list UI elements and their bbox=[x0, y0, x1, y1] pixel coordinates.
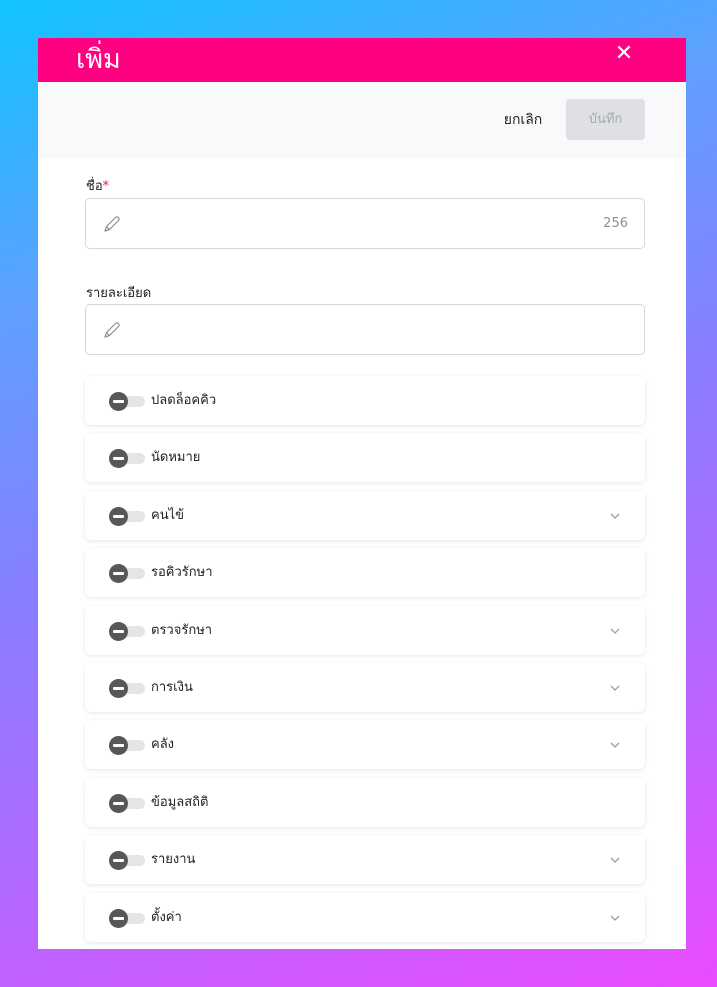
name-field-label: ชื่อ* bbox=[86, 175, 109, 196]
chevron-down-icon[interactable] bbox=[609, 740, 621, 750]
permission-row[interactable]: ข้อมูลสถิติ bbox=[85, 777, 645, 827]
name-label-text: ชื่อ bbox=[86, 179, 103, 194]
permission-label: ปลดล็อคคิว bbox=[151, 393, 217, 408]
permission-label: ข้อมูลสถิติ bbox=[151, 794, 209, 810]
permission-row[interactable]: รายงาน bbox=[85, 835, 645, 885]
chevron-down-icon[interactable] bbox=[609, 511, 621, 521]
toggle-off-icon bbox=[109, 736, 128, 756]
permission-row[interactable]: ตรวจรักษา bbox=[85, 605, 645, 655]
permission-row[interactable]: การเงิน bbox=[85, 662, 645, 712]
pencil-icon bbox=[104, 216, 120, 232]
toggle-off-icon bbox=[109, 908, 128, 928]
action-bar: ยกเลิก บันทึก bbox=[38, 82, 686, 158]
permission-toggle[interactable] bbox=[109, 908, 145, 928]
permission-row[interactable]: ตั้งค่า bbox=[85, 892, 645, 942]
description-input[interactable] bbox=[85, 304, 645, 355]
permission-toggle[interactable] bbox=[109, 851, 145, 871]
permission-label: คลัง bbox=[151, 737, 175, 753]
add-role-dialog: เพิ่ม ✕ ยกเลิก บันทึก ชื่อ* 256 รายละเอี… bbox=[38, 38, 686, 949]
permission-toggle[interactable] bbox=[109, 392, 145, 411]
permission-toggle[interactable] bbox=[109, 793, 145, 813]
save-button[interactable]: บันทึก bbox=[566, 99, 645, 140]
permission-label: ตรวจรักษา bbox=[151, 622, 213, 638]
toggle-off-icon bbox=[109, 392, 128, 411]
permission-toggle[interactable] bbox=[109, 449, 145, 469]
permission-row[interactable]: นัดหมาย bbox=[85, 433, 645, 483]
toggle-off-icon bbox=[109, 506, 128, 526]
cancel-button[interactable]: ยกเลิก bbox=[486, 100, 560, 140]
permission-label: นัดหมาย bbox=[151, 450, 201, 466]
permission-row[interactable]: คนไข้ bbox=[85, 490, 645, 540]
permission-toggle[interactable] bbox=[109, 678, 145, 698]
toggle-off-icon bbox=[109, 793, 128, 813]
chevron-down-icon[interactable] bbox=[609, 683, 621, 693]
pencil-icon bbox=[104, 322, 120, 338]
toggle-off-icon bbox=[109, 449, 128, 469]
dialog-title: เพิ่ม bbox=[76, 44, 121, 75]
permission-row[interactable]: ปลดล็อคคิว bbox=[85, 376, 645, 425]
chevron-down-icon[interactable] bbox=[609, 913, 621, 923]
toggle-off-icon bbox=[109, 851, 128, 871]
permission-row[interactable]: คลัง bbox=[85, 720, 645, 770]
name-input[interactable]: 256 bbox=[85, 198, 645, 249]
permission-label: รอคิวรักษา bbox=[151, 565, 213, 581]
char-counter: 256 bbox=[603, 216, 628, 231]
description-field-label: รายละเอียด bbox=[86, 286, 152, 301]
chevron-down-icon[interactable] bbox=[609, 855, 621, 865]
permission-toggle[interactable] bbox=[109, 564, 145, 584]
permission-label: คนไข้ bbox=[151, 507, 185, 523]
permission-toggle[interactable] bbox=[109, 736, 145, 756]
chevron-down-icon[interactable] bbox=[609, 626, 621, 636]
dialog-header: เพิ่ม ✕ bbox=[38, 38, 686, 82]
required-mark: * bbox=[102, 179, 110, 194]
toggle-off-icon bbox=[109, 564, 128, 584]
permission-toggle[interactable] bbox=[109, 506, 145, 526]
close-icon[interactable]: ✕ bbox=[612, 42, 636, 66]
toggle-off-icon bbox=[109, 621, 128, 641]
permission-toggle[interactable] bbox=[109, 621, 145, 641]
toggle-off-icon bbox=[109, 678, 128, 698]
permission-label: ตั้งค่า bbox=[151, 909, 182, 925]
permission-label: รายงาน bbox=[151, 852, 196, 868]
permission-row[interactable]: รอคิวรักษา bbox=[85, 548, 645, 598]
permission-list: ปลดล็อคคิวนัดหมายคนไข้รอคิวรักษาตรวจรักษ… bbox=[85, 376, 645, 949]
permission-label: การเงิน bbox=[151, 679, 193, 695]
